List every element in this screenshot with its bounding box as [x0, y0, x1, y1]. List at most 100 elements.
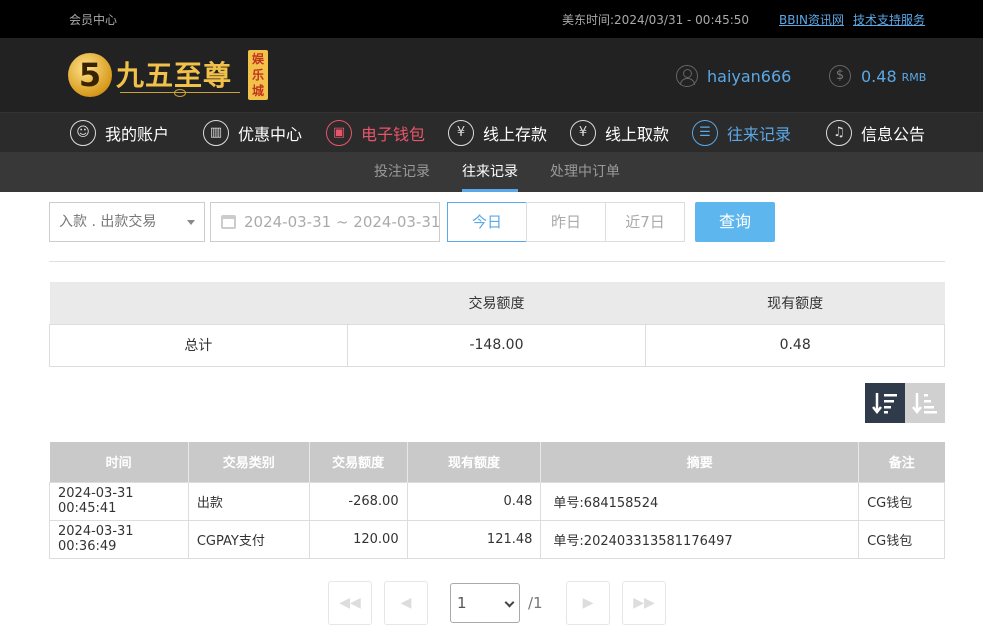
- balance-amount: 0.48: [861, 66, 897, 86]
- nav-label: 我的账户: [105, 125, 170, 144]
- nav-label: 往来记录: [727, 125, 792, 144]
- balance-currency: RMB: [901, 71, 927, 84]
- summary-header: 交易额度: [347, 282, 646, 324]
- tab-pending-orders[interactable]: 处理中订单: [550, 152, 620, 192]
- today-button[interactable]: 今日: [447, 202, 527, 242]
- nav-label: 电子钱包: [361, 125, 426, 144]
- cell-time: 2024-03-31 00:45:41: [49, 481, 189, 521]
- table-row: 2024-03-31 00:36:49 CGPAY支付 120.00 121.4…: [49, 519, 945, 559]
- summary-header-row: 交易额度 现有额度: [49, 282, 945, 324]
- cell-balance: 121.48: [406, 519, 542, 559]
- col-header-time: 时间: [49, 442, 189, 482]
- nav-label: 线上存款: [483, 125, 548, 144]
- cell-summary: 单号:202403313581176497: [540, 519, 860, 559]
- summary-transaction-amount: -148.00: [346, 323, 647, 367]
- nav-label: 信息公告: [861, 125, 926, 144]
- tech-support-link[interactable]: 技术支持服务: [853, 11, 925, 28]
- caret-down-icon: [187, 220, 195, 225]
- last-page-button[interactable]: ▶▶: [622, 581, 666, 625]
- tab-bet-records[interactable]: 投注记录: [374, 152, 430, 192]
- summary-row: 总计 -148.00 0.48: [49, 323, 945, 367]
- divider: [49, 261, 945, 262]
- deposit-icon: ¥: [448, 120, 474, 146]
- nav-records[interactable]: ☰ 往来记录: [692, 113, 791, 153]
- records-table: 时间 交易类别 交易额度 现有额度 摘要 备注 2024-03-31 00:45…: [49, 442, 945, 559]
- logo-ornament: [120, 89, 240, 98]
- logo-text: 九五至尊: [116, 59, 233, 92]
- nav-my-account[interactable]: ☺ 我的账户: [70, 113, 169, 153]
- cell-amount: 120.00: [308, 519, 408, 559]
- date-range-input[interactable]: 2024-03-31 ~ 2024-03-31: [210, 202, 440, 242]
- sort-asc-icon: [912, 393, 937, 415]
- transaction-type-value: 入款 . 出款交易: [59, 214, 157, 230]
- table-row: 2024-03-31 00:45:41 出款 -268.00 0.48 单号:6…: [49, 481, 945, 521]
- summary-header: [49, 282, 348, 324]
- nav-online-withdraw[interactable]: ¥ 线上取款: [570, 113, 669, 153]
- tab-transactions[interactable]: 往来记录: [462, 152, 518, 192]
- time-label: 美东时间:: [562, 13, 615, 27]
- page-total: /1: [528, 594, 543, 612]
- cell-amount: -268.00: [308, 481, 408, 521]
- bbin-info-link[interactable]: BBIN资讯网: [779, 11, 844, 28]
- summary-header: 现有额度: [645, 282, 945, 324]
- sort-desc-icon: [872, 393, 897, 415]
- site-logo[interactable]: 5 九五至尊 娱乐城: [68, 48, 273, 104]
- col-header-amount: 交易额度: [309, 442, 408, 482]
- time-value: 2024/03/31 - 00:45:50: [614, 13, 750, 27]
- page-select[interactable]: 1: [450, 583, 520, 623]
- username: haiyan666: [707, 66, 792, 86]
- user-info[interactable]: haiyan666: [676, 64, 791, 88]
- logo-emblem: 5: [68, 53, 112, 97]
- user-icon: ☺: [70, 120, 96, 146]
- first-page-button[interactable]: ◀◀: [328, 581, 372, 625]
- yesterday-button[interactable]: 昨日: [526, 202, 606, 242]
- gift-icon: ▥: [203, 120, 229, 146]
- site-header: 5 九五至尊 娱乐城 haiyan666 $ 0.48 RMB: [0, 38, 983, 112]
- summary-table: 交易额度 现有额度 总计 -148.00 0.48: [49, 282, 945, 367]
- prev-page-button[interactable]: ◀: [384, 581, 428, 625]
- withdraw-icon: ¥: [570, 120, 596, 146]
- col-header-type: 交易类别: [188, 442, 310, 482]
- last-7-days-button[interactable]: 近7日: [605, 202, 685, 242]
- summary-label: 总计: [49, 323, 348, 367]
- nav-online-deposit[interactable]: ¥ 线上存款: [448, 113, 547, 153]
- chevron-down-icon: [504, 597, 515, 608]
- cell-time: 2024-03-31 00:36:49: [49, 519, 189, 559]
- time-display: 美东时间:2024/03/31 - 00:45:50: [562, 11, 749, 28]
- sub-nav: 投注记录 往来记录 处理中订单: [0, 152, 983, 192]
- user-icon: [676, 65, 698, 87]
- col-header-remark: 备注: [858, 442, 945, 482]
- sort-descending-button[interactable]: [865, 383, 905, 423]
- next-page-button[interactable]: ▶: [566, 581, 610, 625]
- summary-current-balance: 0.48: [645, 323, 945, 367]
- nav-label: 优惠中心: [238, 125, 303, 144]
- sort-ascending-button[interactable]: [905, 383, 945, 423]
- dollar-icon: $: [829, 65, 851, 87]
- query-button[interactable]: 查询: [695, 202, 775, 242]
- nav-e-wallet[interactable]: ▣ 电子钱包: [326, 113, 425, 153]
- bell-icon: ♫: [826, 120, 852, 146]
- records-icon: ☰: [692, 120, 718, 146]
- wallet-icon: ▣: [326, 120, 352, 146]
- nav-promotions[interactable]: ▥ 优惠中心: [203, 113, 302, 153]
- transaction-type-select[interactable]: 入款 . 出款交易: [49, 202, 205, 242]
- nav-announcements[interactable]: ♫ 信息公告: [826, 113, 925, 153]
- cell-balance: 0.48: [406, 481, 542, 521]
- cell-summary: 单号:684158524: [540, 481, 860, 521]
- logo-badge: 娱乐城: [248, 50, 268, 100]
- col-header-summary: 摘要: [540, 442, 860, 482]
- col-header-balance: 现有额度: [407, 442, 542, 482]
- cell-remark: CG钱包: [858, 481, 945, 521]
- cell-type: 出款: [187, 481, 310, 521]
- cell-remark: CG钱包: [858, 519, 945, 559]
- calendar-icon: [221, 215, 236, 229]
- cell-type: CGPAY支付: [187, 519, 310, 559]
- main-nav: ☺ 我的账户 ▥ 优惠中心 ▣ 电子钱包 ¥ 线上存款 ¥ 线上取款 ☰ 往来记…: [0, 112, 983, 152]
- records-header-row: 时间 交易类别 交易额度 现有额度 摘要 备注: [49, 442, 945, 482]
- date-range-value: 2024-03-31 ~ 2024-03-31: [244, 213, 440, 231]
- nav-label: 线上取款: [605, 125, 670, 144]
- top-bar: 会员中心 美东时间:2024/03/31 - 00:45:50 BBIN资讯网 …: [0, 0, 983, 38]
- member-center-link[interactable]: 会员中心: [69, 11, 117, 28]
- page-current: 1: [457, 594, 467, 612]
- balance-info: $ 0.48 RMB: [829, 64, 926, 88]
